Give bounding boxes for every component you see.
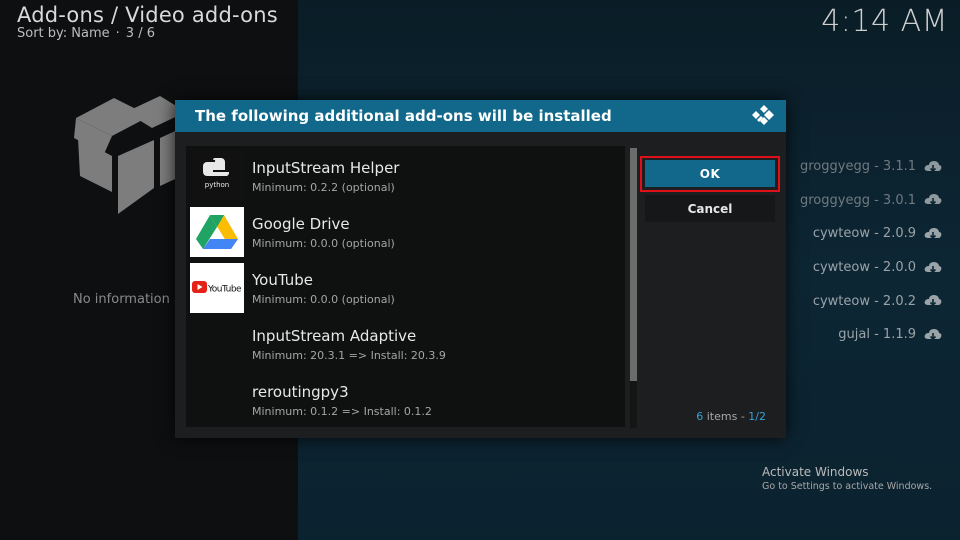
items-page: 1/2 xyxy=(748,410,766,423)
cloud-download-icon xyxy=(924,295,942,307)
list-item[interactable]: InputStream Adaptive Minimum: 20.3.1 => … xyxy=(190,316,618,372)
items-count: 6 items - 1/2 xyxy=(696,410,766,423)
svg-text:·: · xyxy=(233,190,234,194)
cloud-download-icon xyxy=(924,227,942,240)
version-label: groggyegg - 3.1.1 xyxy=(800,159,916,175)
addon-version-detail: Minimum: 0.0.0 (optional) xyxy=(252,236,395,250)
addon-version-detail: Minimum: 0.2.2 (optional) xyxy=(252,180,395,194)
cloud-download-icon xyxy=(924,160,942,172)
cloud-download-icon xyxy=(924,194,942,206)
addon-thumbnail: python · xyxy=(190,151,244,201)
python-icon: python · xyxy=(203,158,234,194)
cloud-download-icon xyxy=(924,261,942,273)
list-item[interactable]: YouTube YouTube Minimum: 0.0.0 (optional… xyxy=(190,260,618,316)
list-item[interactable]: reroutingpy3 Minimum: 0.1.2 => Install: … xyxy=(190,372,618,428)
addon-thumbnail: YouTube xyxy=(190,263,244,313)
cancel-button[interactable]: Cancel xyxy=(645,195,775,222)
activate-windows-watermark: Activate Windows Go to Settings to activ… xyxy=(762,465,932,492)
addon-name: InputStream Helper xyxy=(252,158,400,177)
version-label: cywteow - 2.0.2 xyxy=(812,293,916,309)
sort-info: Sort by: Name · 3 / 6 xyxy=(17,26,155,41)
no-information-text: No information a xyxy=(73,292,182,307)
sort-label: Sort by: Name xyxy=(17,26,110,41)
kodi-logo-icon xyxy=(752,105,774,125)
clock: 4:14 AM xyxy=(821,4,948,39)
youtube-icon: YouTube xyxy=(192,281,243,295)
addon-version-detail: Minimum: 0.0.0 (optional) xyxy=(252,292,395,306)
addon-name: reroutingpy3 xyxy=(252,382,349,401)
youtube-thumb-label: YouTube xyxy=(207,285,242,295)
addon-version-detail: Minimum: 20.3.1 => Install: 20.3.9 xyxy=(252,348,446,362)
version-label: groggyegg - 3.0.1 xyxy=(800,192,916,208)
watermark-title: Activate Windows xyxy=(762,465,869,479)
addon-name: Google Drive xyxy=(252,214,350,233)
watermark-subtitle: Go to Settings to activate Windows. xyxy=(762,481,933,492)
version-label: gujal - 1.1.9 xyxy=(838,327,916,343)
list-position: 3 / 6 xyxy=(125,26,155,41)
addon-name: InputStream Adaptive xyxy=(252,326,417,345)
ok-button[interactable]: OK xyxy=(645,160,775,187)
addon-list: python · InputStream Helper Minimum: 0.2… xyxy=(186,146,625,427)
addon-version-detail: Minimum: 0.1.2 => Install: 0.1.2 xyxy=(252,404,432,418)
addon-name: YouTube xyxy=(252,270,313,289)
addon-box-icon xyxy=(74,96,186,214)
addon-thumbnail xyxy=(190,207,244,257)
sort-separator: · xyxy=(115,26,120,41)
dialog-button-column: OK Cancel 6 items - 1/2 xyxy=(638,146,780,427)
scrollbar-thumb[interactable] xyxy=(630,148,637,381)
google-drive-icon xyxy=(196,215,238,249)
dialog-body: python · InputStream Helper Minimum: 0.2… xyxy=(175,132,786,438)
version-label: cywteow - 2.0.9 xyxy=(812,226,916,242)
list-item[interactable]: Google Drive Minimum: 0.0.0 (optional) xyxy=(190,204,618,260)
list-scrollbar[interactable] xyxy=(630,148,637,428)
install-dependencies-dialog: The following additional add-ons will be… xyxy=(175,100,786,438)
dialog-title: The following additional add-ons will be… xyxy=(195,107,612,125)
dialog-header: The following additional add-ons will be… xyxy=(175,100,786,132)
breadcrumb-title: Add-ons / Video add-ons xyxy=(17,3,278,27)
addon-thumbnail xyxy=(190,375,244,425)
python-thumb-label: python xyxy=(205,181,230,189)
addon-thumbnail xyxy=(190,319,244,369)
version-label: cywteow - 2.0.0 xyxy=(812,260,916,276)
items-count-label: items - xyxy=(703,410,749,423)
cloud-download-icon xyxy=(924,328,942,340)
list-item[interactable]: python · InputStream Helper Minimum: 0.2… xyxy=(190,148,618,204)
